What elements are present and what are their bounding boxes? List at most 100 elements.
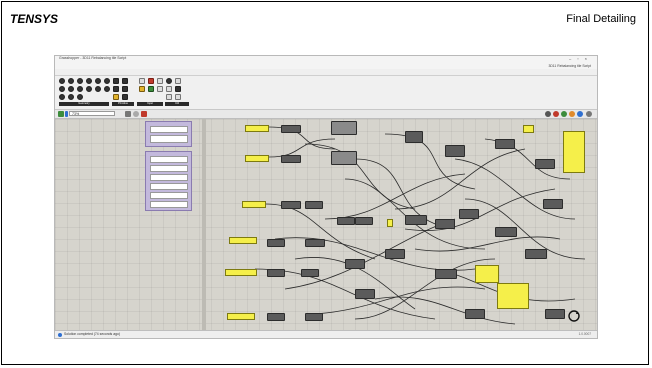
domain-icon[interactable] — [122, 94, 128, 100]
text-panel[interactable] — [475, 265, 499, 283]
component[interactable] — [445, 145, 465, 157]
preview-selected-icon[interactable] — [561, 111, 567, 117]
component[interactable] — [337, 217, 355, 225]
component[interactable] — [301, 269, 319, 277]
canvas-navigation-icon[interactable] — [567, 309, 581, 323]
component[interactable] — [405, 131, 423, 143]
component[interactable] — [267, 313, 285, 321]
sketch-icon[interactable] — [125, 111, 131, 117]
component[interactable] — [355, 217, 373, 225]
mesh-icon[interactable] — [86, 86, 92, 92]
surface-icon[interactable] — [95, 86, 101, 92]
component-ribbon: Geometry Primitive Input Util — [55, 76, 597, 110]
text-panel[interactable] — [245, 155, 269, 162]
value-list-icon[interactable] — [148, 86, 154, 92]
data-dam-icon[interactable] — [175, 78, 181, 84]
vector-icon[interactable] — [68, 78, 74, 84]
curve-icon[interactable] — [95, 78, 101, 84]
preview-shaded-icon[interactable] — [553, 111, 559, 117]
component[interactable] — [405, 215, 427, 225]
component[interactable] — [305, 313, 323, 321]
component[interactable] — [465, 309, 485, 319]
preview-icon[interactable] — [133, 111, 139, 117]
gradient-icon[interactable] — [139, 86, 145, 92]
component[interactable] — [267, 269, 285, 277]
status-message: Solution completed (74 seconds ago) — [64, 332, 120, 336]
fitness-icon[interactable] — [166, 86, 172, 92]
component[interactable] — [267, 239, 285, 247]
recompute-icon[interactable] — [586, 111, 592, 117]
field-icon[interactable] — [59, 94, 65, 100]
component[interactable] — [435, 219, 455, 229]
text-panel[interactable] — [229, 237, 257, 244]
preview-mesh-icon[interactable] — [577, 111, 583, 117]
component[interactable] — [281, 155, 301, 163]
document-preview-icon[interactable] — [569, 111, 575, 117]
canvas-toolbar: 73% — [55, 110, 597, 119]
window-titlebar: Grasshopper - 3D11 Rebalancing tile Scri… — [55, 56, 597, 63]
slide-title: TENSYS — [10, 12, 59, 26]
component[interactable] — [385, 249, 405, 259]
colour-icon[interactable] — [113, 94, 119, 100]
panel-icon[interactable] — [157, 78, 163, 84]
cluster-component[interactable] — [331, 151, 357, 165]
ribbon-label-input: Input — [137, 102, 163, 106]
grasshopper-canvas[interactable] — [55, 119, 597, 331]
arc-icon[interactable] — [86, 78, 92, 84]
zoom-input[interactable]: 73% — [69, 111, 115, 116]
button-icon[interactable] — [157, 86, 163, 92]
open-file-icon[interactable] — [58, 111, 64, 117]
ribbon-label-util: Util — [165, 102, 189, 106]
component[interactable] — [345, 259, 365, 269]
text-panel[interactable] — [497, 283, 529, 309]
brep-icon[interactable] — [77, 86, 83, 92]
integer-icon[interactable] — [122, 78, 128, 84]
plane-icon[interactable] — [59, 86, 65, 92]
text-icon[interactable] — [122, 86, 128, 92]
circle-icon[interactable] — [77, 78, 83, 84]
group-icon[interactable] — [68, 94, 74, 100]
slider-icon[interactable] — [139, 78, 145, 84]
ribbon-group-geometry — [59, 78, 111, 100]
text-panel[interactable] — [245, 125, 269, 132]
save-file-icon[interactable] — [65, 111, 68, 117]
cluster-component[interactable] — [331, 121, 357, 135]
text-panel[interactable] — [225, 269, 257, 276]
box-icon[interactable] — [68, 86, 74, 92]
twisted-box-icon[interactable] — [77, 94, 83, 100]
component[interactable] — [281, 201, 301, 209]
text-panel[interactable] — [242, 201, 266, 208]
galapagos-icon[interactable] — [175, 86, 181, 92]
component[interactable] — [535, 159, 555, 169]
cluster-icon[interactable] — [166, 78, 172, 84]
component[interactable] — [305, 239, 325, 247]
component[interactable] — [525, 249, 547, 259]
jump-icon[interactable] — [175, 94, 181, 100]
preview-wire-icon[interactable] — [545, 111, 551, 117]
boolean-icon[interactable] — [113, 78, 119, 84]
component[interactable] — [281, 125, 301, 133]
text-panel[interactable] — [563, 131, 585, 173]
text-panel[interactable] — [227, 313, 255, 320]
brush-icon[interactable] — [141, 111, 147, 117]
component[interactable] — [355, 289, 375, 299]
text-panel[interactable] — [523, 125, 534, 133]
component[interactable] — [435, 269, 457, 279]
component[interactable] — [495, 139, 515, 149]
text-panel[interactable] — [387, 219, 393, 227]
window-controls[interactable]: –▫× — [569, 56, 593, 61]
slide-subtitle: Final Detailing — [566, 13, 636, 25]
number-icon[interactable] — [113, 86, 119, 92]
point-icon[interactable] — [59, 78, 65, 84]
line-icon[interactable] — [104, 78, 110, 84]
timer-icon[interactable] — [166, 94, 172, 100]
component[interactable] — [305, 201, 323, 209]
component[interactable] — [543, 199, 563, 209]
geometry-icon[interactable] — [104, 86, 110, 92]
component[interactable] — [459, 209, 479, 219]
status-info-icon — [58, 332, 62, 337]
document-title: 3D11 Rebalancing tile Script — [548, 64, 591, 68]
component[interactable] — [495, 227, 517, 237]
component[interactable] — [545, 309, 565, 319]
toggle-icon[interactable] — [148, 78, 154, 84]
